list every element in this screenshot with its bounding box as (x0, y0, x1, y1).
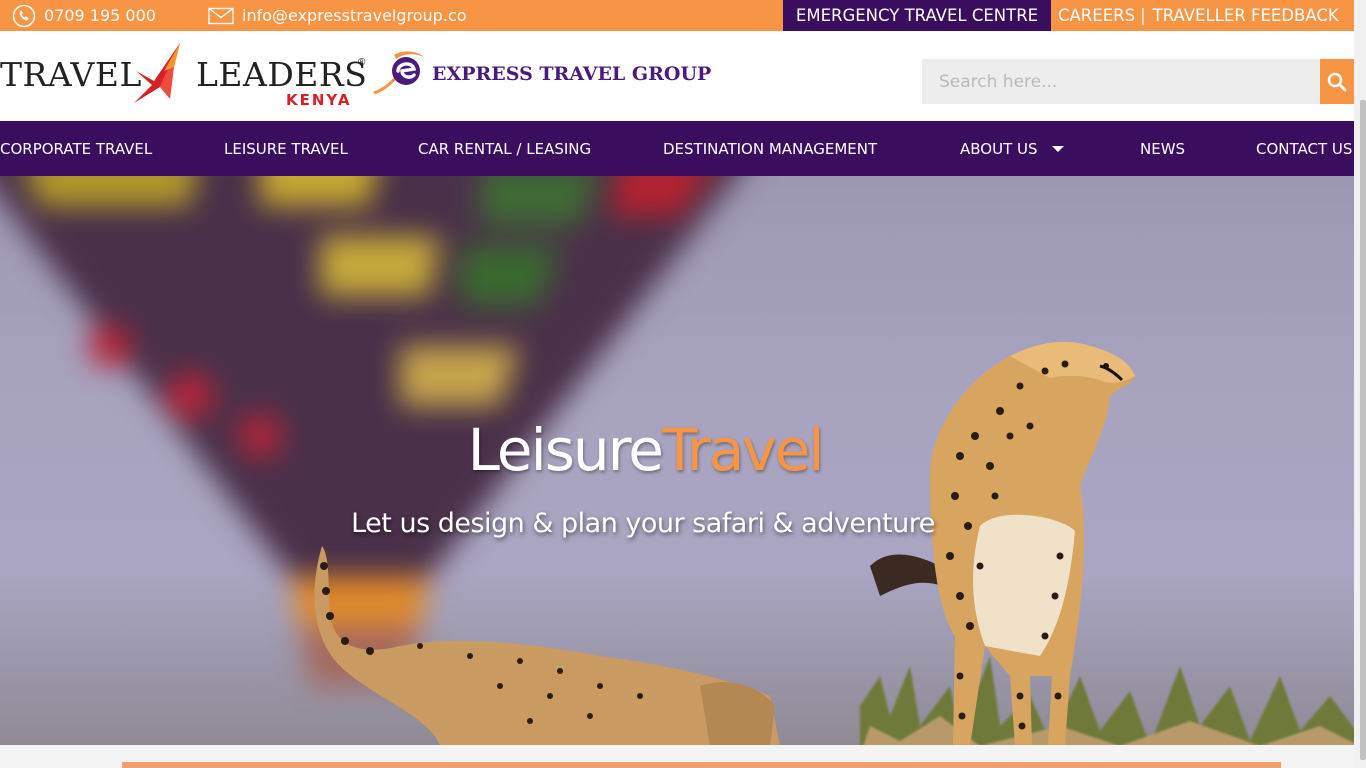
logo-travel-text: TRAVEL (0, 55, 142, 94)
email-address: info@expresstravelgroup.co (242, 6, 467, 25)
nav-news[interactable]: NEWS (1140, 121, 1185, 176)
nav-about-us[interactable]: ABOUT US (960, 121, 1064, 176)
search-form (922, 59, 1354, 104)
logo-express-text: EXPRESS TRAVEL GROUP (432, 63, 712, 85)
link-separator: | (1140, 6, 1146, 25)
nav-car-rental-leasing[interactable]: CAR RENTAL / LEASING (418, 121, 591, 176)
hero-subtitle: Let us design & plan your safari & adven… (351, 508, 935, 539)
top-bar: 0709 195 000 info@expresstravelgroup.co … (0, 0, 1354, 31)
page-scrollbar[interactable] (1354, 0, 1366, 768)
nav-leisure-travel[interactable]: LEISURE TRAVEL (224, 121, 348, 176)
travel-leaders-logo[interactable]: TRAVEL LEADERS ® KENYA (0, 39, 380, 119)
nav-about-us-label: ABOUT US (960, 139, 1038, 158)
careers-link[interactable]: CAREERS (1058, 6, 1135, 25)
nav-corporate-travel[interactable]: CORPORATE TRAVEL (0, 121, 152, 176)
page: 0709 195 000 info@expresstravelgroup.co … (0, 0, 1366, 768)
main-nav: CORPORATE TRAVEL LEISURE TRAVEL CAR RENT… (0, 121, 1354, 176)
travel-leaders-swoosh-icon (134, 43, 180, 103)
cheetah-cub-image (314, 546, 780, 745)
site-header: TRAVEL LEADERS ® KENYA EXPRESS TRAVEL GR… (0, 31, 1354, 121)
hero-title: LeisureTravel (0, 416, 1290, 484)
phone-number: 0709 195 000 (44, 6, 156, 25)
hero-title-leisure: Leisure (467, 416, 664, 484)
traveller-feedback-link[interactable]: TRAVELLER FEEDBACK (1153, 6, 1339, 25)
search-button[interactable] (1320, 59, 1354, 104)
chevron-down-icon (1051, 145, 1064, 152)
express-travel-group-logo[interactable]: EXPRESS TRAVEL GROUP (372, 49, 711, 99)
phone-link[interactable]: 0709 195 000 (12, 0, 156, 31)
emergency-travel-centre-link[interactable]: EMERGENCY TRAVEL CENTRE (783, 0, 1051, 31)
mail-icon (208, 7, 234, 24)
phone-icon (12, 4, 36, 27)
top-links: CAREERS | TRAVELLER FEEDBACK (1058, 0, 1339, 31)
nav-contact-us[interactable]: CONTACT US (1256, 121, 1352, 176)
content-accent-bar (122, 762, 1281, 768)
logo-kenya-text: KENYA (286, 91, 352, 109)
logo-registered-mark: ® (358, 57, 366, 68)
search-icon (1327, 72, 1347, 91)
hero-title-travel: Travel (661, 416, 824, 484)
search-input[interactable] (922, 59, 1320, 104)
express-travel-group-emblem-icon (373, 51, 424, 95)
hero-banner: LeisureTravel Let us design & plan your … (0, 176, 1354, 745)
nav-destination-management[interactable]: DESTINATION MANAGEMENT (663, 121, 877, 176)
logo-leaders-text: LEADERS (196, 55, 368, 94)
email-link[interactable]: info@expresstravelgroup.co (208, 0, 467, 31)
scrollbar-thumb[interactable] (1360, 100, 1366, 760)
